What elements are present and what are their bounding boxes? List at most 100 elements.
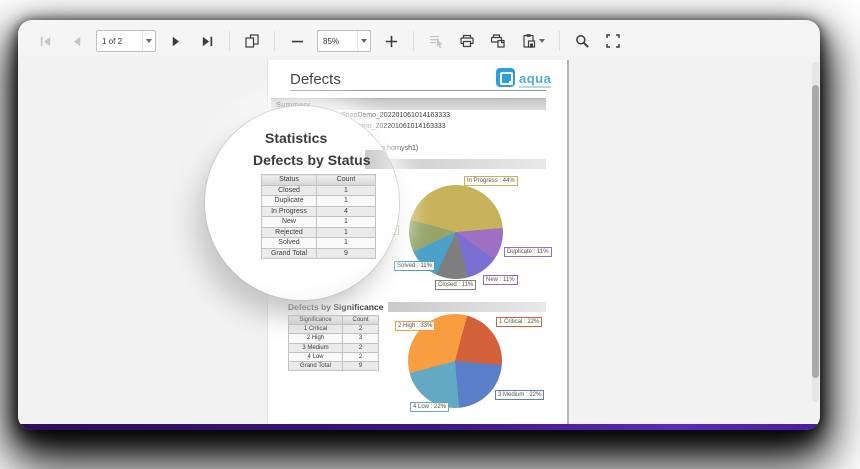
window-bottom-accent bbox=[18, 424, 820, 430]
magnified-defects-by-status-table: StatusCountClosed1Duplicate1In Progress4… bbox=[261, 174, 376, 259]
last-page-button[interactable] bbox=[196, 30, 218, 52]
table-header-row: SignificanceCount bbox=[289, 316, 379, 325]
magnifier-circle: Statistics Defects by Status StatusCount… bbox=[205, 106, 399, 300]
table-row: Closed1 bbox=[262, 185, 376, 196]
table-cell: 9 bbox=[317, 248, 376, 259]
table-cell: Solved bbox=[262, 238, 317, 249]
zoom-level-value: 85% bbox=[318, 37, 357, 46]
table-cell: 2 High bbox=[289, 334, 343, 343]
table-header-cell: Significance bbox=[289, 316, 343, 325]
previous-page-button[interactable] bbox=[65, 30, 87, 52]
export-dropdown-button[interactable] bbox=[518, 30, 548, 52]
table-cell: Grand Total bbox=[262, 248, 317, 259]
last-page-icon bbox=[200, 34, 215, 49]
table-header-cell: Count bbox=[343, 316, 379, 325]
table-cell: Rejected bbox=[262, 227, 317, 238]
table-cell: 2 bbox=[343, 352, 379, 361]
text-selection-button[interactable] bbox=[425, 30, 447, 52]
page-indicator: 1 of 2 bbox=[97, 37, 142, 46]
search-button[interactable] bbox=[571, 30, 593, 52]
table-cell: 9 bbox=[343, 361, 379, 370]
next-page-button[interactable] bbox=[165, 30, 187, 52]
previous-page-icon bbox=[69, 34, 84, 49]
table-cell: 3 bbox=[343, 334, 379, 343]
report-viewer-window: 1 of 2 85% bbox=[18, 20, 820, 430]
zoom-combo-caret[interactable] bbox=[357, 31, 370, 51]
first-page-button[interactable] bbox=[34, 30, 56, 52]
table-cell: 1 bbox=[317, 238, 376, 249]
chevron-down-icon bbox=[361, 39, 367, 43]
table-cell: 4 bbox=[317, 206, 376, 217]
table-header-cell: Count bbox=[317, 175, 376, 186]
page-number-combo[interactable]: 1 of 2 bbox=[96, 30, 156, 52]
next-page-icon bbox=[169, 34, 184, 49]
magnified-statistics-heading: Statistics bbox=[265, 130, 327, 146]
text-selection-icon bbox=[428, 33, 444, 49]
zoom-level-combo[interactable]: 85% bbox=[317, 30, 371, 52]
defects-by-significance-table: SignificanceCount1 Critical22 High33 Med… bbox=[288, 315, 379, 371]
table-row: 4 Low2 bbox=[289, 352, 379, 361]
project-value: ShopDemo_202201061014163333 bbox=[341, 112, 450, 119]
zoom-out-button[interactable] bbox=[286, 30, 308, 52]
pie-label-closed: Closed : 11% bbox=[435, 280, 476, 290]
summary-line2: Demo_202201061014163333 bbox=[353, 123, 446, 130]
table-row: Grand Total9 bbox=[262, 248, 376, 259]
toolbar-separator bbox=[413, 31, 414, 51]
aqua-logo-text: aqua bbox=[519, 71, 551, 86]
table-cell: 1 bbox=[317, 196, 376, 207]
toolbar-separator bbox=[229, 31, 230, 51]
toolbar: 1 of 2 85% bbox=[18, 20, 820, 56]
multi-page-view-button[interactable] bbox=[241, 30, 263, 52]
table-cell: 2 bbox=[343, 343, 379, 352]
table-cell: 4 Low bbox=[289, 352, 343, 361]
page-combo-caret[interactable] bbox=[142, 31, 155, 51]
first-page-icon bbox=[38, 34, 53, 49]
zoom-in-button[interactable] bbox=[380, 30, 402, 52]
table-row: In Progress4 bbox=[262, 206, 376, 217]
table-cell: Grand Total bbox=[289, 361, 343, 370]
table-row: Duplicate1 bbox=[262, 196, 376, 207]
pie-label-critical: 1 Critical : 22% bbox=[496, 317, 542, 327]
table-row: 3 Medium2 bbox=[289, 343, 379, 352]
logo-tagline-bar bbox=[519, 86, 551, 88]
zoom-in-icon bbox=[384, 34, 399, 49]
table-cell: Closed bbox=[262, 185, 317, 196]
pie-label-in-progress: In Progress : 44% bbox=[464, 176, 518, 186]
chevron-down-icon bbox=[146, 39, 152, 43]
pie-label-medium: 3 Medium : 22% bbox=[495, 390, 544, 400]
table-row: 2 High3 bbox=[289, 334, 379, 343]
toolbar-separator bbox=[559, 31, 560, 51]
pie-label-low: 4 Low : 22% bbox=[410, 402, 449, 412]
table-row: New1 bbox=[262, 217, 376, 228]
chevron-down-icon bbox=[539, 39, 545, 43]
defects-by-significance-heading: Defects by Significance bbox=[288, 302, 383, 312]
table-row: Rejected1 bbox=[262, 227, 376, 238]
table-cell: Duplicate bbox=[262, 196, 317, 207]
pie-label-solved: Solved : 11% bbox=[394, 261, 435, 271]
pie-label-high: 2 High : 33% bbox=[395, 321, 435, 331]
document-viewer: Defects aqua Summary Project ShopDemo_20… bbox=[18, 56, 820, 424]
search-icon bbox=[574, 33, 590, 49]
table-row: Solved1 bbox=[262, 238, 376, 249]
print-page-button[interactable] bbox=[487, 30, 509, 52]
full-screen-icon bbox=[605, 33, 621, 49]
magnified-defects-by-status-heading: Defects by Status bbox=[253, 152, 370, 168]
vertical-scrollbar[interactable] bbox=[812, 62, 819, 402]
table-cell: 3 Medium bbox=[289, 343, 343, 352]
scrollbar-thumb[interactable] bbox=[812, 85, 819, 378]
report-title: Defects bbox=[290, 71, 341, 88]
print-icon bbox=[459, 33, 475, 49]
table-header-cell: Status bbox=[262, 175, 317, 186]
multi-page-view-icon bbox=[244, 33, 260, 49]
table-cell: 2 bbox=[343, 325, 379, 334]
table-cell: New bbox=[262, 217, 317, 228]
table-row: 1 Critical2 bbox=[289, 325, 379, 334]
pie-label-duplicate: Duplicate : 11% bbox=[504, 247, 552, 257]
table-row: Grand Total9 bbox=[289, 361, 379, 370]
table-cell: 1 bbox=[317, 227, 376, 238]
print-button[interactable] bbox=[456, 30, 478, 52]
full-screen-button[interactable] bbox=[602, 30, 624, 52]
defects-by-significance-bar bbox=[388, 302, 546, 312]
pie-label-new: New : 11% bbox=[483, 275, 518, 285]
title-divider bbox=[290, 90, 546, 91]
